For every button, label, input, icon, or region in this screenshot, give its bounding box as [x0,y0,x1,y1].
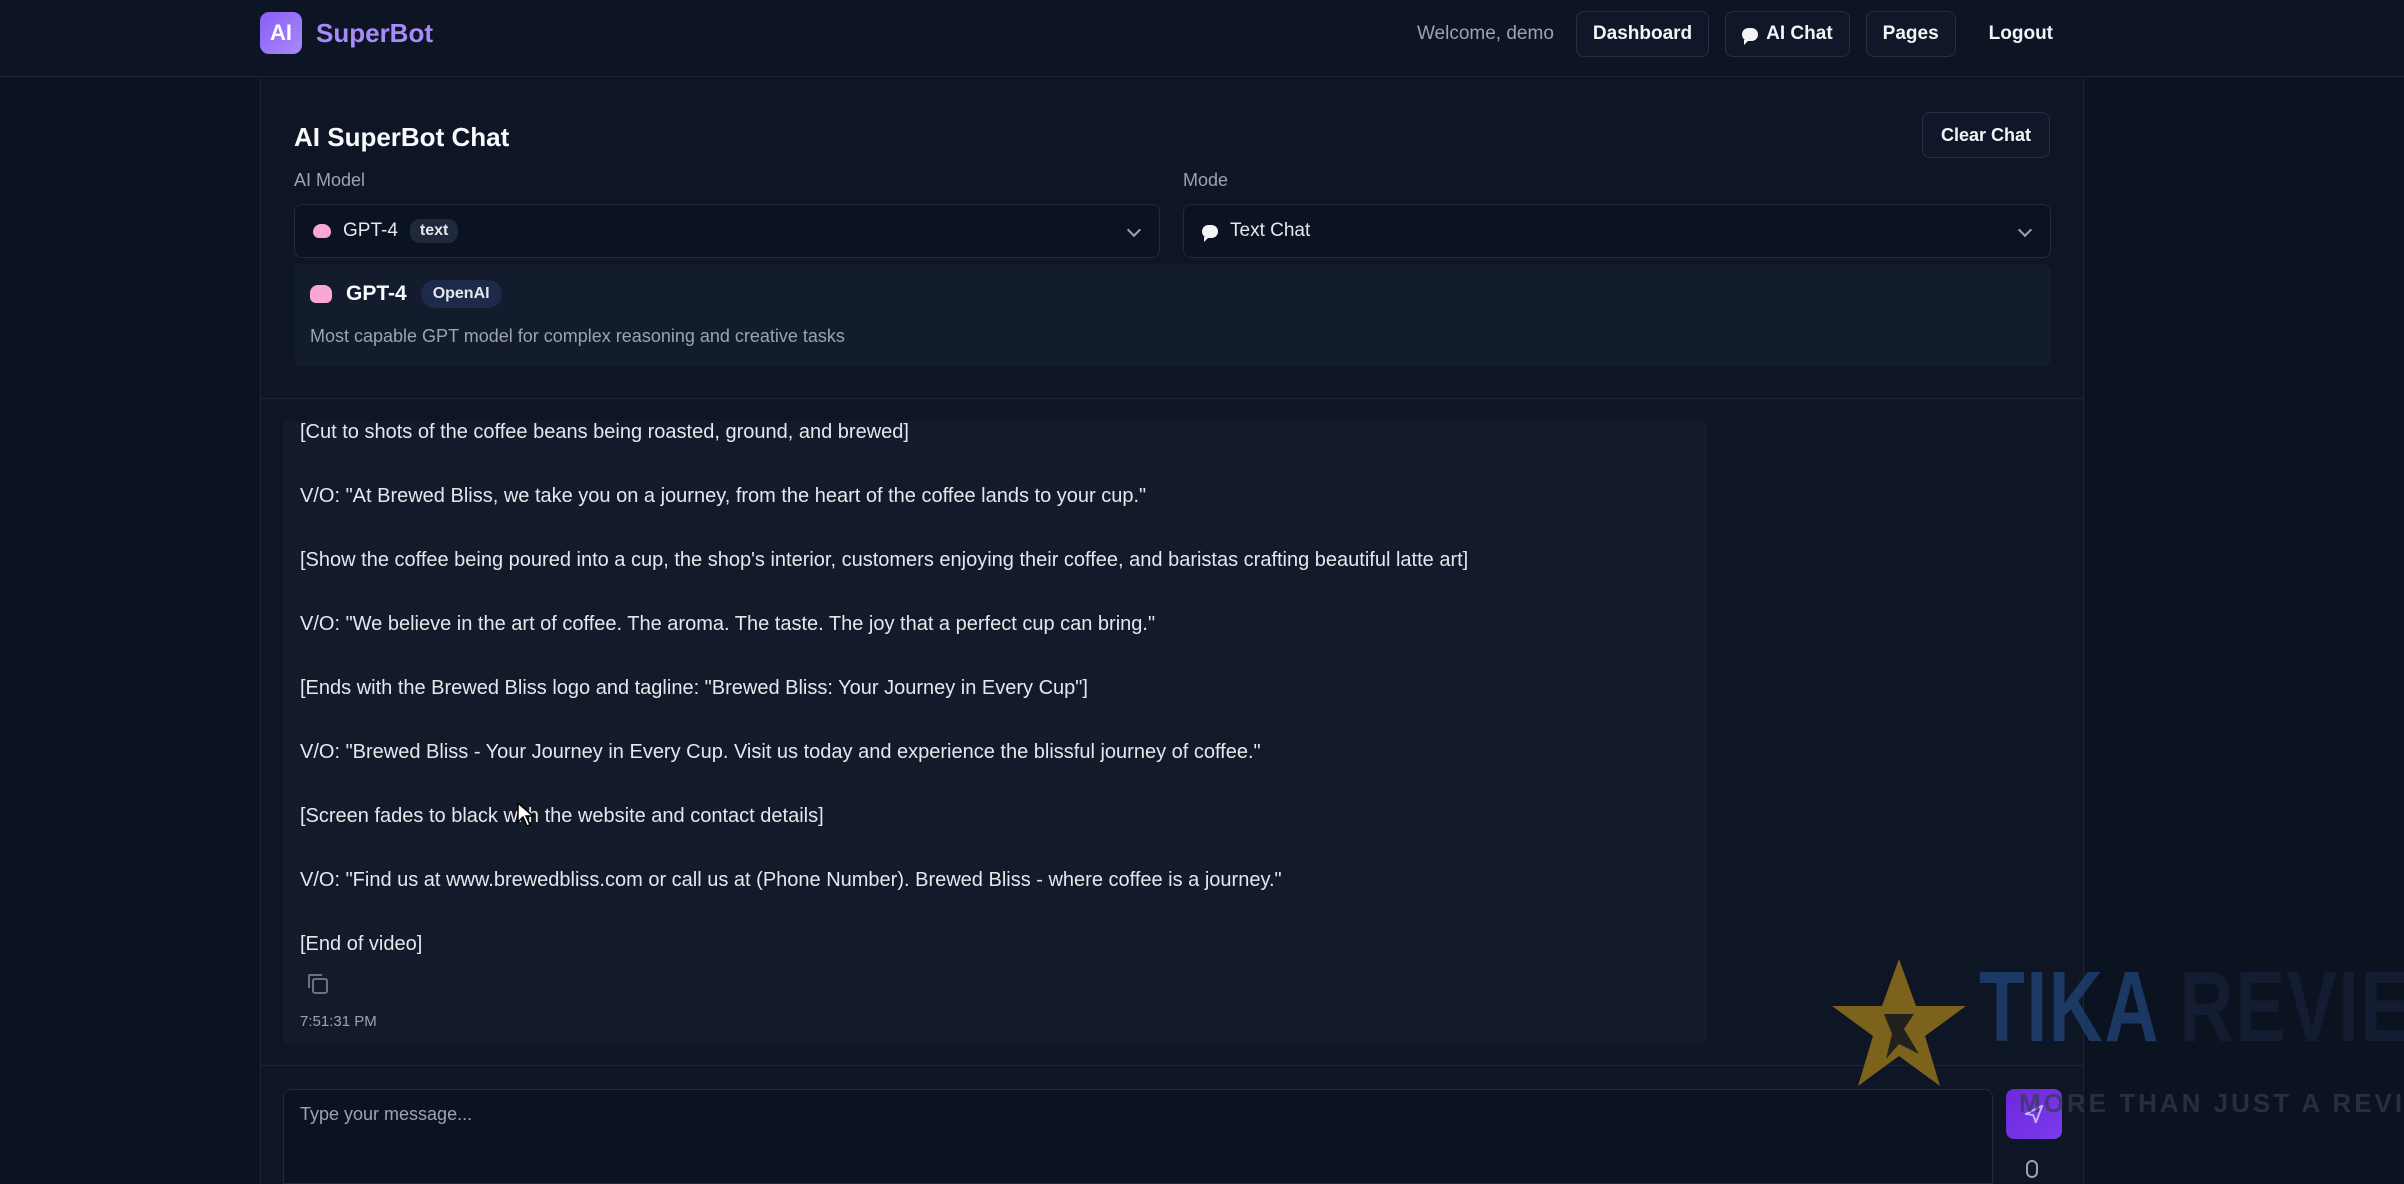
dashboard-button[interactable]: Dashboard [1575,11,1710,57]
message-timestamp: 7:51:31 PM [300,1013,377,1030]
ai-chat-label: AI Chat [1766,23,1833,44]
model-selected: GPT-4 [343,220,398,241]
mode-select[interactable]: Text Chat [1183,204,2051,258]
star-logo-icon [1832,959,1966,1086]
watermark-title-a: TIKA [1979,951,2158,1063]
provider-badge: OpenAI [420,280,502,308]
message-input[interactable] [284,1090,1992,1183]
message-line: V/O: "We believe in the art of coffee. T… [300,613,1156,635]
brand-name: SuperBot [316,17,433,48]
watermark-title: TIKA REVIEW [1979,950,2404,1065]
page-title: AI SuperBot Chat [294,122,510,152]
chevron-down-icon [1126,222,1142,238]
model-type-tag: text [409,219,459,243]
message-line: [Screen fades to black with the website … [300,805,824,827]
clear-chat-button[interactable]: Clear Chat [1921,112,2050,158]
mouse-cursor-icon [517,802,535,827]
message-line: V/O: "Brewed Bliss - Your Journey in Eve… [300,741,1261,763]
brain-icon [313,224,331,238]
message-body: [Cut to shots of the coffee beans being … [300,421,1468,997]
logout-button[interactable]: Logout [1972,11,2070,57]
divider [261,1065,2085,1066]
model-label: AI Model [294,170,366,190]
assistant-message: [Cut to shots of the coffee beans being … [283,421,1707,1043]
message-line: [Show the coffee being poured into a cup… [300,549,1469,571]
message-line: [End of video] [300,933,423,955]
top-nav: AI SuperBot Welcome, demo Dashboard AI C… [0,0,2404,77]
watermark-title-b: REVIEW [2179,951,2404,1063]
model-card-name: GPT-4 [346,282,407,305]
microphone-icon[interactable] [2026,1160,2038,1178]
message-input-box[interactable] [283,1089,1993,1184]
message-line: [Cut to shots of the coffee beans being … [300,421,909,443]
model-info-card: GPT-4 OpenAI Most capable GPT model for … [294,264,2051,366]
model-description: Most capable GPT model for complex reaso… [310,326,845,346]
brain-icon [310,285,332,303]
chat-bubble-icon [1202,224,1218,242]
pages-label: Pages [1882,23,1939,44]
copy-icon[interactable] [308,974,328,994]
watermark: TIKA REVIEW MORE THAN JUST A REVIEW [1824,950,2404,1118]
welcome-text: Welcome, demo [1416,23,1554,44]
model-select[interactable]: GPT-4 text [294,204,1160,258]
message-line: [Ends with the Brewed Bliss logo and tag… [300,677,1088,699]
brand-logo: AI [260,12,302,54]
mode-selected: Text Chat [1230,220,1311,241]
watermark-subtitle: MORE THAN JUST A REVIEW [2019,1088,2404,1118]
message-line: V/O: "Find us at www.brewedbliss.com or … [300,869,1282,891]
pages-button[interactable]: Pages [1865,11,1956,57]
divider [261,398,2085,399]
dashboard-label: Dashboard [1592,23,1693,44]
message-line: V/O: "At Brewed Bliss, we take you on a … [300,485,1147,507]
chevron-down-icon [2017,222,2033,238]
chat-bubble-icon [1742,27,1759,45]
logout-label: Logout [1988,23,2053,44]
ai-chat-button[interactable]: AI Chat [1725,11,1850,57]
nav-right: Welcome, demo Dashboard AI Chat Pages Lo… [1417,11,2070,57]
mode-label: Mode [1183,170,1229,190]
chat-panel: AI SuperBot Chat Clear Chat AI Model GPT… [260,78,2085,1184]
brand[interactable]: AI SuperBot [260,12,433,54]
